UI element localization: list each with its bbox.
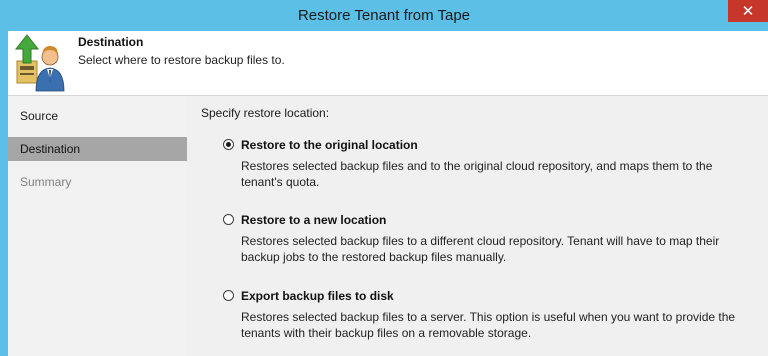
step-label: Summary <box>20 175 72 189</box>
restore-location-prompt: Specify restore location: <box>201 106 330 120</box>
radio-new-location[interactable] <box>223 214 234 225</box>
wizard-steps-sidebar: Source Destination Summary <box>8 96 187 356</box>
option-label[interactable]: Export backup files to disk <box>241 289 394 303</box>
wizard-header: Destination Select where to restore back… <box>8 31 768 96</box>
page-subtitle: Select where to restore backup files to. <box>78 53 285 67</box>
title-bar[interactable]: Restore Tenant from Tape ✕ <box>0 0 768 31</box>
restore-tenant-window: Restore Tenant from Tape ✕ Destination S… <box>0 0 768 356</box>
option-description: Restores selected backup files to a diff… <box>241 234 720 264</box>
option-description: Restores selected backup files to a serv… <box>241 310 736 340</box>
step-label: Source <box>20 109 59 123</box>
step-destination[interactable]: Destination <box>8 137 187 161</box>
page-title: Destination <box>78 35 144 49</box>
step-label: Destination <box>20 142 81 156</box>
window-title: Restore Tenant from Tape <box>297 7 471 24</box>
restore-tenant-icon <box>14 34 65 92</box>
radio-export-to-disk[interactable] <box>223 290 234 301</box>
dialog-client-area: Destination Select where to restore back… <box>8 31 768 356</box>
option-description: Restores selected backup files and to th… <box>241 159 713 189</box>
wizard-content: Specify restore location: Restore to the… <box>187 96 768 356</box>
close-button[interactable]: ✕ <box>728 0 768 22</box>
option-label[interactable]: Restore to a new location <box>241 213 386 227</box>
radio-selected-dot <box>226 142 231 147</box>
step-source[interactable]: Source <box>8 104 187 128</box>
radio-original-location[interactable] <box>223 139 234 150</box>
step-summary: Summary <box>8 170 187 194</box>
close-icon: ✕ <box>741 3 755 20</box>
option-label[interactable]: Restore to the original location <box>241 138 418 152</box>
